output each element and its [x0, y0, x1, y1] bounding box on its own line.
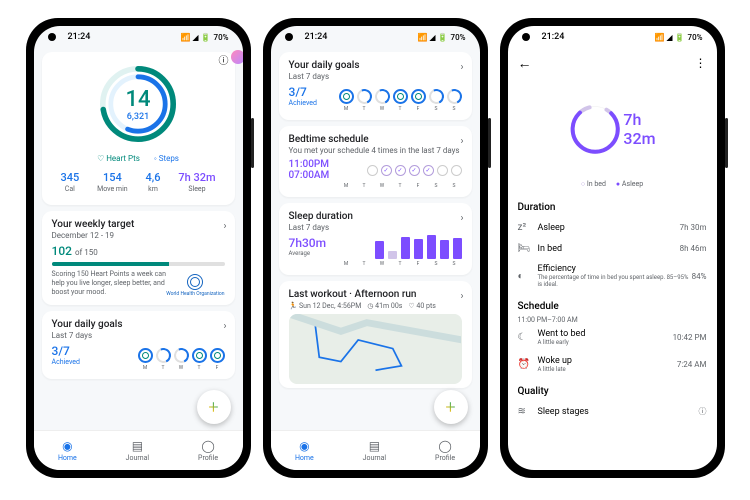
- clock: 21:24: [68, 32, 91, 42]
- row-inbed[interactable]: 🛏In bed8h 46m: [508, 238, 717, 259]
- last-workout-card[interactable]: › Last workout · Afternoon run 🏃 Sun 12 …: [279, 281, 472, 388]
- steps-label[interactable]: ◦ Steps: [154, 154, 179, 163]
- daily-goals-card[interactable]: › Your daily goals Last 7 days 3/7Achiev…: [42, 311, 235, 379]
- schedule-heading: Schedule: [508, 301, 717, 312]
- stat-sleep[interactable]: 7h 32mSleep: [178, 171, 215, 193]
- fab-add-button[interactable]: +: [434, 390, 468, 424]
- status-icons: 📶 ◢ 🔋70%: [180, 33, 228, 42]
- status-bar: 21:24 📶 ◢ 🔋70%: [508, 26, 717, 48]
- info-icon: ⓘ: [699, 406, 707, 417]
- nav-profile[interactable]: ◯Profile: [198, 439, 218, 462]
- camera-hole: [48, 33, 56, 41]
- avatar[interactable]: [231, 50, 243, 64]
- chevron-right-icon: ›: [460, 62, 463, 73]
- duration-heading: Duration: [508, 202, 717, 213]
- activity-ring[interactable]: 14 6,321: [98, 64, 178, 144]
- back-icon[interactable]: ←: [518, 55, 532, 72]
- nav-home[interactable]: ◉Home: [58, 439, 77, 462]
- legend-asleep: Asleep: [616, 180, 643, 188]
- chevron-right-icon: ›: [223, 321, 226, 332]
- status-bar: 21:24 📶 ◢ 🔋70%: [271, 26, 480, 48]
- stat-move[interactable]: 154Move min: [97, 171, 128, 193]
- sleep-icon: z²: [518, 222, 534, 233]
- workout-map[interactable]: [289, 314, 462, 384]
- heart-pts-label[interactable]: ♡ Heart Pts: [97, 154, 140, 163]
- quality-heading: Quality: [508, 386, 717, 397]
- row-sleep-stages[interactable]: ≋Sleep stagesⓘ: [508, 401, 717, 422]
- phone-1: 21:24 📶 ◢ 🔋70% ⓘ 14 6,321: [26, 18, 251, 478]
- row-efficiency[interactable]: ◐EfficiencyThe percentage of time in bed…: [508, 259, 717, 293]
- status-bar: 21:24 📶 ◢ 🔋70%: [34, 26, 243, 48]
- chevron-right-icon: ›: [223, 221, 226, 232]
- weekly-target-card[interactable]: › Your weekly target December 12 - 19 10…: [42, 211, 235, 305]
- bedtime-days: ✓✓✓✓: [367, 165, 462, 176]
- legend-inbed: In bed: [581, 180, 606, 188]
- phone-2: 21:24 📶 ◢ 🔋70% › Your daily goals Last 7…: [263, 18, 488, 478]
- nav-journal[interactable]: ▤Journal: [126, 439, 149, 462]
- nav-journal[interactable]: ▤Journal: [363, 439, 386, 462]
- stages-icon: ≋: [518, 406, 534, 417]
- row-woke-up[interactable]: ⏰Woke upA little late7:24 AM: [508, 351, 717, 378]
- nav-home[interactable]: ◉Home: [295, 439, 314, 462]
- chevron-right-icon: ›: [460, 136, 463, 147]
- chevron-right-icon: ›: [460, 291, 463, 302]
- run-icon: 🏃 Sun 12 Dec, 4:56PM: [289, 302, 362, 310]
- efficiency-icon: ◐: [518, 271, 534, 282]
- chevron-right-icon: ›: [460, 213, 463, 224]
- sleep-ring: 7h 32m: [567, 84, 657, 174]
- row-went-to-bed[interactable]: ☾Went to bedA little early10:42 PM: [508, 324, 717, 351]
- bedtime-card[interactable]: › Bedtime schedule You met your schedule…: [279, 126, 472, 197]
- daily-goals-card[interactable]: › Your daily goals Last 7 days 3/7Achiev…: [279, 52, 472, 120]
- alarm-icon: ⏰: [518, 359, 534, 370]
- bed-icon: 🛏: [518, 243, 534, 254]
- more-icon[interactable]: ⋮: [695, 56, 707, 70]
- stat-km[interactable]: 4,6km: [146, 171, 161, 193]
- moon-icon: ☾: [518, 332, 534, 343]
- phone-3: 21:24 📶 ◢ 🔋70% ← ⋮ 7h 32m In bed Asleep …: [500, 18, 725, 478]
- who-logo: World Health Organization: [166, 274, 224, 297]
- target-progress-bar: [52, 262, 225, 266]
- clock-icon: ◷ 41m 00s: [367, 302, 402, 310]
- row-asleep[interactable]: z²Asleep7h 30m: [508, 217, 717, 238]
- fab-add-button[interactable]: +: [197, 390, 231, 424]
- summary-card: ⓘ 14 6,321 ♡ Heart Pts: [42, 52, 235, 205]
- sleep-duration-card[interactable]: › Sleep duration Last 7 days 7h30mAverag…: [279, 203, 472, 275]
- stats-row: 345Cal 154Move min 4,6km 7h 32mSleep: [52, 171, 225, 197]
- bottom-nav: ◉Home ▤Journal ◯Profile: [34, 430, 243, 470]
- stat-cal[interactable]: 345Cal: [60, 171, 79, 193]
- nav-profile[interactable]: ◯Profile: [435, 439, 455, 462]
- heart-icon: ♡ 40 pts: [408, 302, 435, 310]
